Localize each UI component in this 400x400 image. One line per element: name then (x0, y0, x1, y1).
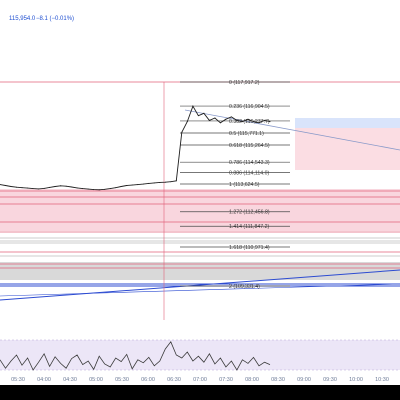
price-point (65, 185, 67, 187)
x-tick-label: 09:30 (323, 377, 337, 383)
x-tick-label: 04:30 (63, 377, 77, 383)
price-point (98, 189, 100, 191)
support-zone (0, 189, 400, 231)
price-point (21, 187, 23, 189)
fib-label-0.236: 0.236 (116,904.5) (229, 104, 270, 110)
time-axis: 05:30 04:00 04:30 05:00 05:30 06:00 06:30 07:00… (11, 377, 389, 383)
price-point (16, 186, 18, 188)
fib-label-1.414: 1.414 (111,847.2) (229, 224, 269, 230)
rsi-panel (0, 339, 400, 371)
x-tick-label: 05:30 (11, 377, 25, 383)
price-point (197, 115, 199, 117)
price-point (120, 185, 122, 187)
price-point (54, 185, 56, 187)
price-point (43, 187, 45, 189)
x-tick-label: 04:00 (37, 377, 51, 383)
x-tick-label: 07:30 (219, 377, 233, 383)
x-tick-label: 10:00 (349, 377, 363, 383)
price-point (10, 185, 12, 187)
fib-label-0.786: 0.786 (114,543.3) (229, 160, 270, 166)
price-point (230, 116, 232, 118)
price-point (38, 188, 40, 190)
fib-label-2: 2 (109,331.4) (229, 284, 260, 290)
x-tick-label: 06:00 (141, 377, 155, 383)
fib-label-1.618: 1.618 (110,971.4) (229, 245, 270, 251)
header-price: 115,954.0 (9, 16, 36, 22)
x-tick-label: 05:00 (89, 377, 103, 383)
target-box (295, 118, 400, 128)
price-point (241, 121, 243, 123)
neutral-zone (0, 262, 400, 280)
x-tick-label: 08:00 (245, 377, 259, 383)
price-point (181, 131, 183, 133)
price-point (148, 182, 150, 184)
fib-label-1.272: 1.272 (112,456.8) (229, 210, 270, 216)
price-point (186, 121, 188, 123)
price-point (214, 117, 216, 119)
price-point (263, 119, 265, 121)
x-tick-label: 07:00 (193, 377, 207, 383)
price-point (153, 182, 155, 184)
fib-label-0.5: 0.5 (115,771.1) (229, 131, 264, 137)
price-point (236, 119, 238, 121)
price-point (5, 185, 7, 187)
price-point (49, 186, 51, 188)
fib-label-0.886: 0.886 (114,114.0) (229, 170, 269, 176)
bottom-bar (0, 385, 400, 400)
price-point (192, 105, 194, 107)
x-tick-label: 10:30 (375, 377, 389, 383)
price-point (203, 112, 205, 114)
price-point (137, 184, 139, 186)
price-point (32, 188, 34, 190)
header-change: −8.1 (−0.01%) (36, 16, 74, 22)
price-point (175, 180, 177, 182)
fib-label-0.618: 0.618 (115,264.5) (229, 143, 270, 149)
price-point (109, 188, 111, 190)
price-point (82, 188, 84, 190)
price-point (27, 187, 29, 189)
price-point (71, 186, 73, 188)
chart-canvas[interactable]: 115,954.0 −8.1 (−0.01%) 0 (117,917.2) 0.2… (0, 0, 400, 400)
x-tick-label: 08:30 (271, 377, 285, 383)
stop-box (295, 128, 400, 170)
x-tick-label: 05:30 (115, 377, 129, 383)
price-point (170, 181, 172, 183)
price-point (208, 119, 210, 121)
price-point (115, 187, 117, 189)
price-point (159, 181, 161, 183)
price-point (93, 189, 95, 191)
fib-label-0: 0 (117,917.2) (229, 80, 260, 86)
price-point (269, 121, 271, 123)
fib-label-1: 1 (113,624.5) (229, 182, 260, 188)
price-point (247, 118, 249, 120)
x-tick-label: 06:30 (167, 377, 181, 383)
price-point (252, 121, 254, 123)
rsi-band (0, 340, 400, 370)
price-point (131, 184, 133, 186)
price-point (76, 187, 78, 189)
chart-window: 115,954.0 −8.1 (−0.01%) 0 (117,917.2) 0.2… (0, 0, 400, 400)
price-point (258, 122, 260, 124)
price-point (87, 188, 89, 190)
x-tick-label: 09:00 (297, 377, 311, 383)
price-point (164, 181, 166, 183)
price-point (225, 118, 227, 120)
price-point (60, 185, 62, 187)
price-point (142, 183, 144, 185)
price-point (219, 122, 221, 124)
price-point (104, 188, 106, 190)
price-point (126, 185, 128, 187)
